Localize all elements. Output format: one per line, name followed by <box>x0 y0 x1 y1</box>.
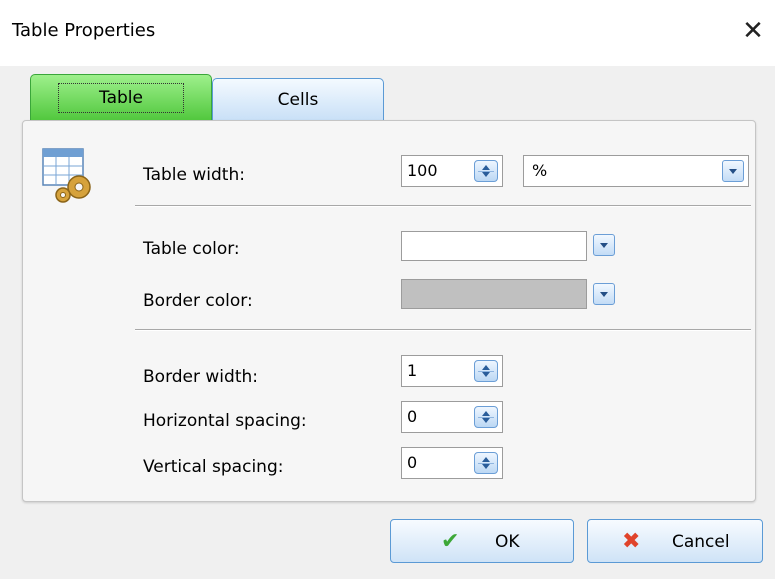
table-width-label: Table width: <box>143 165 245 185</box>
vertical-spacing-spin-button[interactable] <box>474 452 498 474</box>
horizontal-spacing-stepper[interactable]: 0 <box>401 401 503 433</box>
border-width-stepper[interactable]: 1 <box>401 355 503 387</box>
horizontal-spacing-label: Horizontal spacing: <box>143 411 307 431</box>
vertical-spacing-value: 0 <box>407 453 418 472</box>
checkmark-icon: ✔ <box>441 529 460 554</box>
table-color-dropdown-icon[interactable] <box>593 234 615 256</box>
table-width-unit-select[interactable]: % <box>523 155 749 187</box>
border-color-dropdown-icon[interactable] <box>593 283 615 305</box>
horizontal-spacing-spin-button[interactable] <box>474 406 498 428</box>
vertical-spacing-label: Vertical spacing: <box>143 457 284 477</box>
tab-cells[interactable]: Cells <box>212 78 384 120</box>
table-width-stepper[interactable]: 100 <box>401 155 503 187</box>
divider <box>135 205 751 207</box>
tab-table[interactable]: Table <box>30 74 212 120</box>
divider <box>135 329 751 331</box>
table-gear-icon <box>41 147 99 205</box>
table-width-unit-value: % <box>532 161 548 180</box>
table-color-swatch[interactable] <box>401 231 587 261</box>
window-title: Table Properties <box>12 20 156 41</box>
x-icon: ✖ <box>622 529 641 554</box>
tab-table-label: Table <box>58 83 184 113</box>
border-width-spin-button[interactable] <box>474 360 498 382</box>
cancel-button-label: Cancel <box>672 532 730 552</box>
tab-cells-label: Cells <box>277 90 319 110</box>
table-properties-panel: Table width: 100 % Table color: Border c… <box>22 120 756 502</box>
table-color-label: Table color: <box>143 239 240 259</box>
border-color-label: Border color: <box>143 291 253 311</box>
border-color-swatch[interactable] <box>401 279 587 309</box>
border-width-label: Border width: <box>143 367 258 387</box>
horizontal-spacing-value: 0 <box>407 407 418 426</box>
cancel-button[interactable]: ✖ Cancel <box>587 519 763 563</box>
chevron-down-icon[interactable] <box>722 160 744 182</box>
ok-button[interactable]: ✔ OK <box>390 519 574 563</box>
title-bar: Table Properties ✕ <box>0 0 775 66</box>
ok-button-label: OK <box>495 532 520 552</box>
close-button[interactable]: ✕ <box>736 14 770 48</box>
table-width-spin-button[interactable] <box>474 160 498 182</box>
border-width-value: 1 <box>407 361 418 380</box>
table-width-value: 100 <box>407 161 438 180</box>
vertical-spacing-stepper[interactable]: 0 <box>401 447 503 479</box>
